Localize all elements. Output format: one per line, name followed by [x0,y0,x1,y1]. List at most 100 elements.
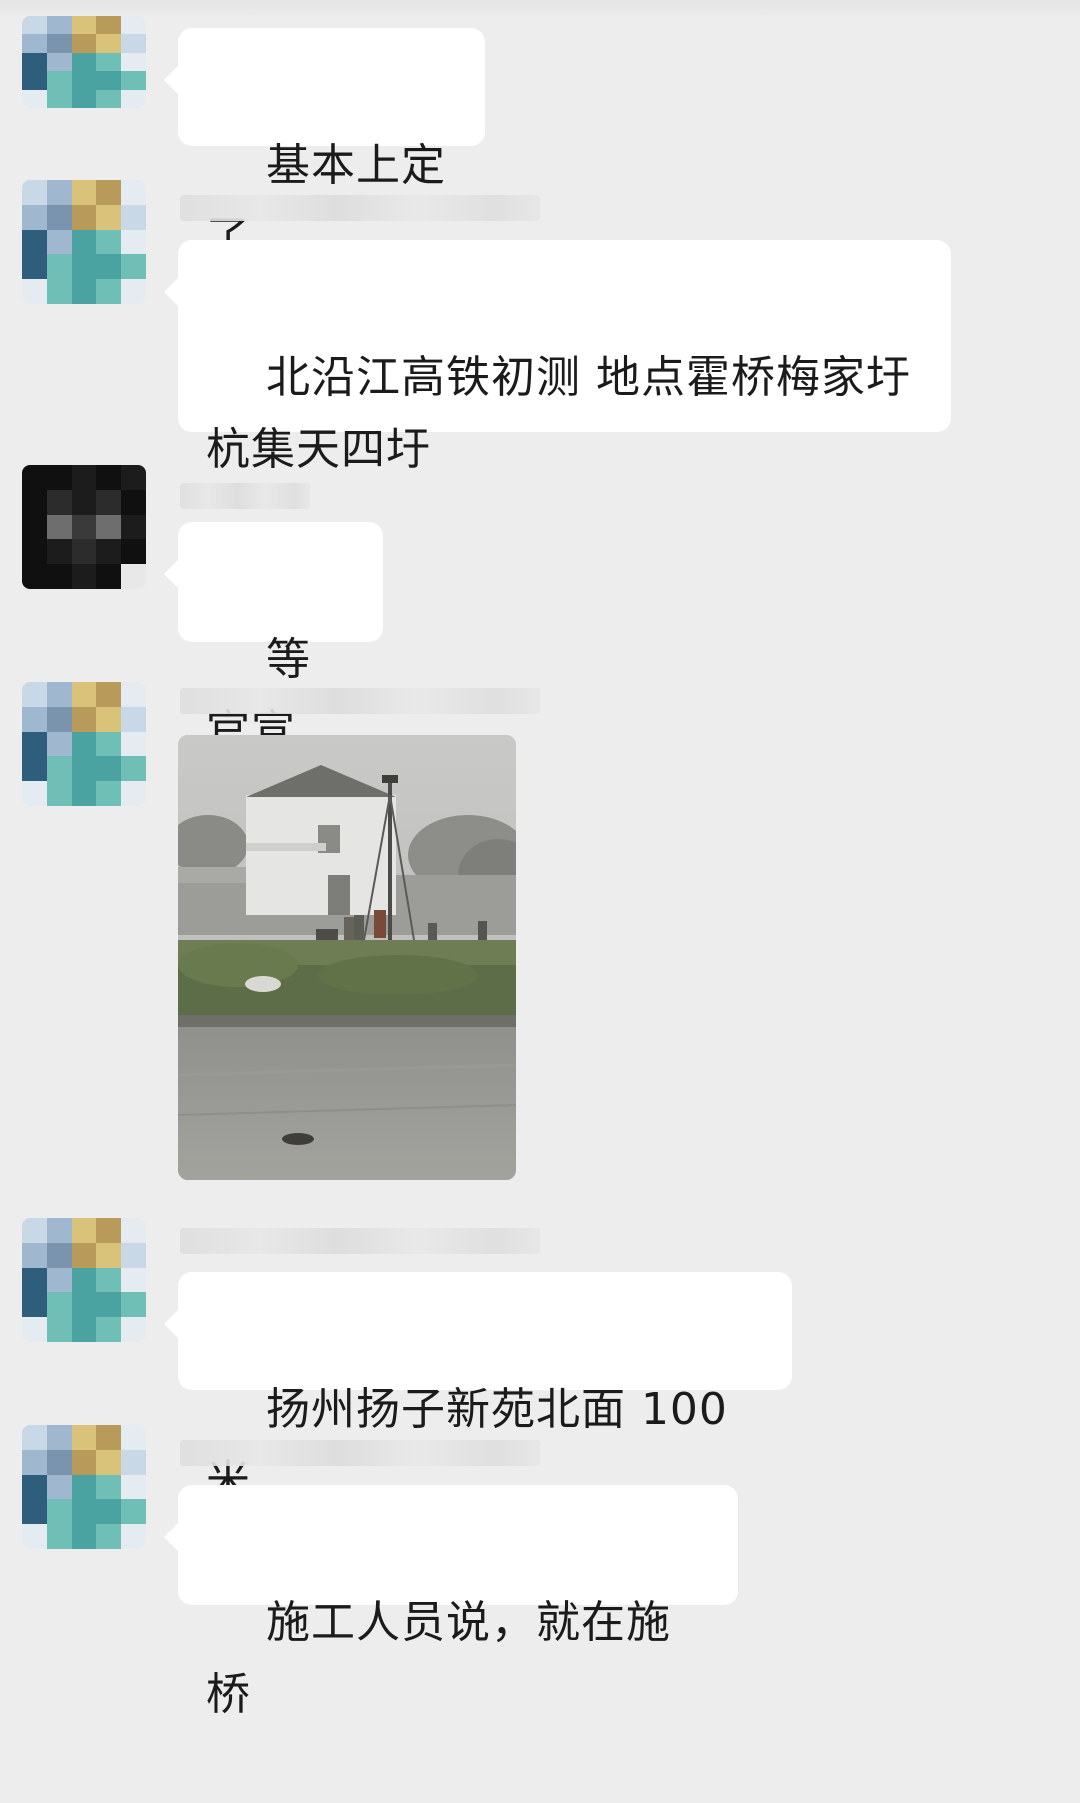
avatar-pixel [121,1499,146,1525]
avatar-pixel [121,71,146,90]
avatar[interactable] [22,465,146,589]
avatar-pixel [46,514,72,540]
avatar-pixel [46,71,72,90]
avatar-pixel [46,1449,72,1475]
avatar-pixel [46,34,72,53]
avatar-pixel [96,180,122,205]
avatar-pixel [96,465,122,490]
avatar-pixel [46,204,72,230]
sender-name-redacted [180,483,310,509]
avatar-pixel [96,1292,122,1318]
message-bubble-1[interactable]: 基本上定了 [164,28,485,263]
avatar-pixel [46,706,72,732]
avatar[interactable] [22,1218,146,1342]
avatar-pixel [22,89,47,108]
avatar-pixel [71,781,97,806]
top-edge-shadow [0,0,1080,18]
avatar-pixel [96,564,122,589]
photo-message[interactable] [178,735,516,1180]
avatar-pixel [22,1474,47,1500]
avatar-pixel [22,229,47,255]
message-bubble-2[interactable]: 北沿江高铁初测 地点霍桥梅家圩 杭集天四圩 [164,240,951,475]
message-bubble-3[interactable]: 等官宣 [164,522,383,757]
avatar-pixel [121,539,146,565]
avatar-pixel [22,539,47,565]
avatar-pixel [22,514,47,540]
avatar[interactable] [22,180,146,304]
avatar-pixel [71,489,97,515]
avatar-pixel [71,1242,97,1268]
avatar-pixel [22,731,47,757]
avatar-pixel [121,52,146,72]
avatar-pixel [22,489,47,515]
avatar-pixel [121,254,146,280]
avatar-pixel [121,1242,146,1268]
avatar-pixel [71,204,97,230]
avatar-pixel [121,279,146,304]
avatar-pixel [121,1425,146,1450]
avatar-pixel [121,1267,146,1293]
avatar-pixel [22,682,47,707]
avatar-pixel [96,1499,122,1525]
avatar[interactable] [22,1425,146,1549]
avatar-pixel [71,682,97,707]
avatar-pixel [46,489,72,515]
avatar-pixel [22,1292,47,1318]
avatar-pixel [121,1474,146,1500]
avatar-pixel [46,1425,72,1450]
avatar-pixel [46,279,72,304]
avatar-pixel [71,731,97,757]
avatar-pixel [71,1267,97,1293]
avatar-pixel [46,1267,72,1293]
avatar-pixel [22,1317,47,1342]
message-bubble-5[interactable]: 扬州扬子新苑北面 100 米 [164,1272,792,1507]
avatar-pixel [71,279,97,304]
message-bubble-6[interactable]: 施工人员说，就在施桥 [164,1485,738,1720]
avatar-pixel [121,706,146,732]
avatar[interactable] [22,682,146,806]
avatar-pixel [121,682,146,707]
avatar-pixel [22,1499,47,1525]
avatar-pixel [96,489,122,515]
avatar-pixel [46,1317,72,1342]
avatar-pixel [121,514,146,540]
avatar-pixel [22,1218,47,1243]
avatar-pixel [71,52,97,72]
avatar-pixel [46,1499,72,1525]
avatar-pixel [96,204,122,230]
avatar-pixel [22,1425,47,1450]
chat-message-list[interactable]: 基本上定了 北沿江高铁初测 地点霍桥梅家圩 杭集天四圩 等官宣 扬州扬子新苑北面… [0,0,1080,1720]
avatar-pixel [121,465,146,490]
avatar-pixel [22,71,47,90]
avatar-pixel [22,52,47,72]
avatar-pixel [121,204,146,230]
avatar-pixel [46,1242,72,1268]
avatar-pixel [121,89,146,108]
sender-name-redacted [180,1228,540,1254]
avatar-pixel [71,254,97,280]
sender-name-redacted [180,195,540,221]
avatar-pixel [22,1267,47,1293]
avatar-pixel [96,706,122,732]
avatar-pixel [71,514,97,540]
avatar-pixel [46,254,72,280]
avatar-pixel [96,1449,122,1475]
avatar-pixel [96,279,122,304]
avatar-pixel [121,1317,146,1342]
avatar-pixel [96,1474,122,1500]
avatar-pixel [22,279,47,304]
avatar-pixel [96,1218,122,1243]
avatar-pixel [22,465,47,490]
avatar-pixel [121,1449,146,1475]
avatar-pixel [46,1524,72,1549]
avatar-pixel [121,180,146,205]
avatar[interactable] [22,16,146,108]
avatar-pixel [96,34,122,53]
avatar-pixel [96,731,122,757]
avatar-pixel [71,34,97,53]
avatar-pixel [121,1218,146,1243]
avatar-pixel [22,756,47,782]
avatar-pixel [96,1524,122,1549]
avatar-pixel [46,1218,72,1243]
avatar-pixel [96,89,122,108]
